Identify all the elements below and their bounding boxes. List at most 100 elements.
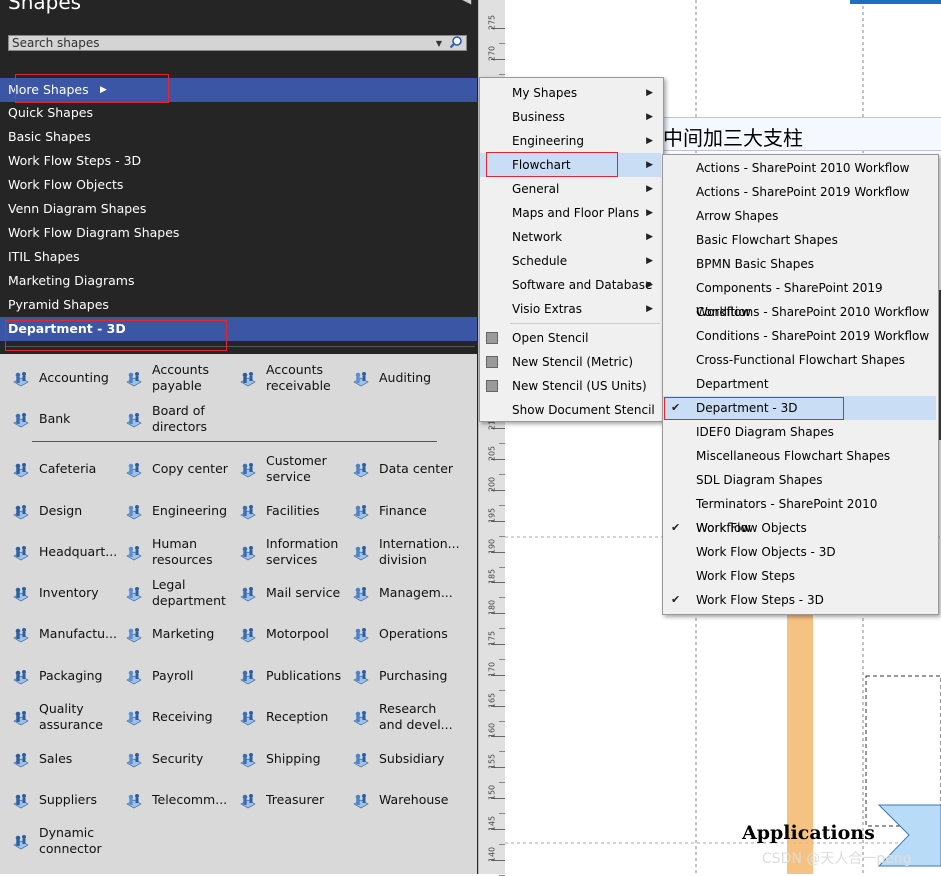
shape-cafeteria[interactable]: Cafeteria	[4, 451, 119, 487]
ruler-label: 155	[487, 754, 497, 770]
panel-item-quick-shapes[interactable]: Quick Shapes	[0, 101, 477, 125]
menu-item-engineering[interactable]: Engineering ▶	[480, 129, 661, 153]
shape-label: Facilities	[266, 503, 320, 518]
submenu-item-terminators-sharepoint-2010-workflow[interactable]: Terminators - SharePoint 2010 Workflow	[663, 492, 936, 535]
submenu-item-basic-flowchart-shapes[interactable]: Basic Flowchart Shapes	[663, 228, 936, 252]
submenu-item-work-flow-objects[interactable]: ✔ Work Flow Objects	[663, 516, 936, 540]
shape-reception[interactable]: Reception	[231, 699, 346, 735]
panel-item-work-flow-steps-3d[interactable]: Work Flow Steps - 3D	[0, 149, 477, 173]
menu-item-flowchart[interactable]: Flowchart ▶	[480, 153, 661, 177]
shape-payroll[interactable]: Payroll	[117, 658, 232, 694]
shape-management[interactable]: Managem...	[344, 575, 459, 611]
shape-bank[interactable]: Bank	[4, 401, 119, 437]
panel-item-work-flow-objects[interactable]: Work Flow Objects	[0, 173, 477, 197]
shape-engineering[interactable]: Engineering	[117, 493, 232, 529]
shape-information-services[interactable]: Information services	[231, 534, 346, 570]
operations-icon	[353, 628, 369, 643]
submenu-item-label: Actions - SharePoint 2010 Workflow	[696, 161, 910, 175]
submenu-item-actions-sharepoint-2010-workflow[interactable]: Actions - SharePoint 2010 Workflow	[663, 156, 936, 180]
submenu-item-cross-functional-flowchart-shapes[interactable]: Cross-Functional Flowchart Shapes	[663, 348, 936, 372]
collapse-panel-icon[interactable]: ◀	[462, 0, 471, 6]
submenu-item-department[interactable]: Department	[663, 372, 936, 396]
shape-auditing[interactable]: Auditing	[344, 360, 459, 396]
shape-purchasing[interactable]: Purchasing	[344, 658, 459, 694]
shape-publications[interactable]: Publications	[231, 658, 346, 694]
menu-item-software-and-database[interactable]: Software and Database ▶	[480, 273, 661, 297]
menu-item-business[interactable]: Business ▶	[480, 105, 661, 129]
shape-treasurer[interactable]: Treasurer	[231, 782, 346, 818]
shape-research[interactable]: Research and devel...	[344, 699, 459, 735]
shape-international[interactable]: Internation... division	[344, 534, 459, 570]
shape-board[interactable]: Board of directors	[117, 401, 232, 437]
submenu-item-department-3d[interactable]: ✔ Department - 3D	[663, 396, 936, 420]
submenu-item-arrow-shapes[interactable]: Arrow Shapes	[663, 204, 936, 228]
shape-security[interactable]: Security	[117, 741, 232, 777]
shape-design[interactable]: Design	[4, 493, 119, 529]
submenu-item-components-sharepoint-2019-workflow[interactable]: Components - SharePoint 2019 Workflow	[663, 276, 936, 319]
shape-marketing[interactable]: Marketing	[117, 616, 232, 652]
international-icon	[353, 546, 369, 561]
menu-item-show-document-stencil[interactable]: Show Document Stencil	[480, 398, 661, 422]
submenu-item-idef0-diagram-shapes[interactable]: IDEF0 Diagram Shapes	[663, 420, 936, 444]
search-dropdown-icon[interactable]: ▼	[436, 36, 442, 51]
menu-item-general[interactable]: General ▶	[480, 177, 661, 201]
menu-item-new-stencil-us-units-[interactable]: New Stencil (US Units)	[480, 374, 661, 398]
shape-suppliers[interactable]: Suppliers	[4, 782, 119, 818]
submenu-item-conditions-sharepoint-2010-workflow[interactable]: Conditions - SharePoint 2010 Workflow	[663, 300, 936, 324]
shape-inventory[interactable]: Inventory	[4, 575, 119, 611]
shape-dynamic-connector[interactable]: Dynamic connector	[4, 823, 119, 859]
panel-item-work-flow-diagram[interactable]: Work Flow Diagram Shapes	[0, 221, 477, 245]
submenu-item-label: BPMN Basic Shapes	[696, 257, 815, 271]
panel-item-label: Work Flow Diagram Shapes	[8, 225, 180, 240]
shape-accounting[interactable]: Accounting	[4, 360, 119, 396]
shape-data-center[interactable]: Data center	[344, 451, 459, 487]
shape-headquarters[interactable]: Headquart...	[4, 534, 119, 570]
shape-shipping[interactable]: Shipping	[231, 741, 346, 777]
submenu-item-miscellaneous-flowchart-shapes[interactable]: Miscellaneous Flowchart Shapes	[663, 444, 936, 468]
search-icon[interactable]	[449, 35, 463, 49]
shape-facilities[interactable]: Facilities	[231, 493, 346, 529]
shape-telecom[interactable]: Telecomm...	[117, 782, 232, 818]
shape-copy-center[interactable]: Copy center	[117, 451, 232, 487]
submenu-item-work-flow-steps-3d[interactable]: ✔ Work Flow Steps - 3D	[663, 588, 936, 612]
menu-item-maps-and-floor-plans[interactable]: Maps and Floor Plans ▶	[480, 201, 661, 225]
menu-item-network[interactable]: Network ▶	[480, 225, 661, 249]
panel-item-more-shapes[interactable]: More Shapes ▶	[0, 78, 477, 102]
shape-accounts-receivable[interactable]: Accounts receivable	[231, 360, 346, 396]
panel-item-itil[interactable]: ITIL Shapes	[0, 245, 477, 269]
shape-manufacturing[interactable]: Manufactu...	[4, 616, 119, 652]
shape-label: Motorpool	[266, 626, 329, 641]
search-shapes-input[interactable]: Search shapes ▼	[8, 35, 467, 51]
shape-customer-service[interactable]: Customer service	[231, 451, 346, 487]
panel-item-basic-shapes[interactable]: Basic Shapes	[0, 125, 477, 149]
shape-accounts-payable[interactable]: Accounts payable	[117, 360, 232, 396]
shape-receiving[interactable]: Receiving	[117, 699, 232, 735]
submenu-item-bpmn-basic-shapes[interactable]: BPMN Basic Shapes	[663, 252, 936, 276]
panel-item-venn[interactable]: Venn Diagram Shapes	[0, 197, 477, 221]
shape-quality[interactable]: Quality assurance	[4, 699, 119, 735]
accounts-receivable-icon	[240, 372, 256, 387]
submenu-item-sdl-diagram-shapes[interactable]: SDL Diagram Shapes	[663, 468, 936, 492]
panel-item-department-3d[interactable]: Department - 3D	[0, 317, 477, 341]
menu-item-schedule[interactable]: Schedule ▶	[480, 249, 661, 273]
shape-human-resources[interactable]: Human resources	[117, 534, 232, 570]
menu-item-my-shapes[interactable]: My Shapes ▶	[480, 81, 661, 105]
submenu-item-work-flow-objects-3d[interactable]: Work Flow Objects - 3D	[663, 540, 936, 564]
menu-item-visio-extras[interactable]: Visio Extras ▶	[480, 297, 661, 321]
shape-sales[interactable]: Sales	[4, 741, 119, 777]
submenu-item-work-flow-steps[interactable]: Work Flow Steps	[663, 564, 936, 588]
shape-mail-service[interactable]: Mail service	[231, 575, 346, 611]
menu-item-new-stencil-metric-[interactable]: New Stencil (Metric)	[480, 350, 661, 374]
shape-packaging[interactable]: Packaging	[4, 658, 119, 694]
shape-legal[interactable]: Legal department	[117, 575, 232, 611]
shape-subsidiary[interactable]: Subsidiary	[344, 741, 459, 777]
shape-operations[interactable]: Operations	[344, 616, 459, 652]
panel-item-pyramid[interactable]: Pyramid Shapes	[0, 293, 477, 317]
menu-item-open-stencil[interactable]: Open Stencil	[480, 326, 661, 350]
shape-finance[interactable]: Finance	[344, 493, 459, 529]
submenu-item-actions-sharepoint-2019-workflow[interactable]: Actions - SharePoint 2019 Workflow	[663, 180, 936, 204]
panel-item-marketing-diagrams[interactable]: Marketing Diagrams	[0, 269, 477, 293]
shape-motorpool[interactable]: Motorpool	[231, 616, 346, 652]
shape-warehouse[interactable]: Warehouse	[344, 782, 459, 818]
submenu-item-conditions-sharepoint-2019-workflow[interactable]: Conditions - SharePoint 2019 Workflow	[663, 324, 936, 348]
